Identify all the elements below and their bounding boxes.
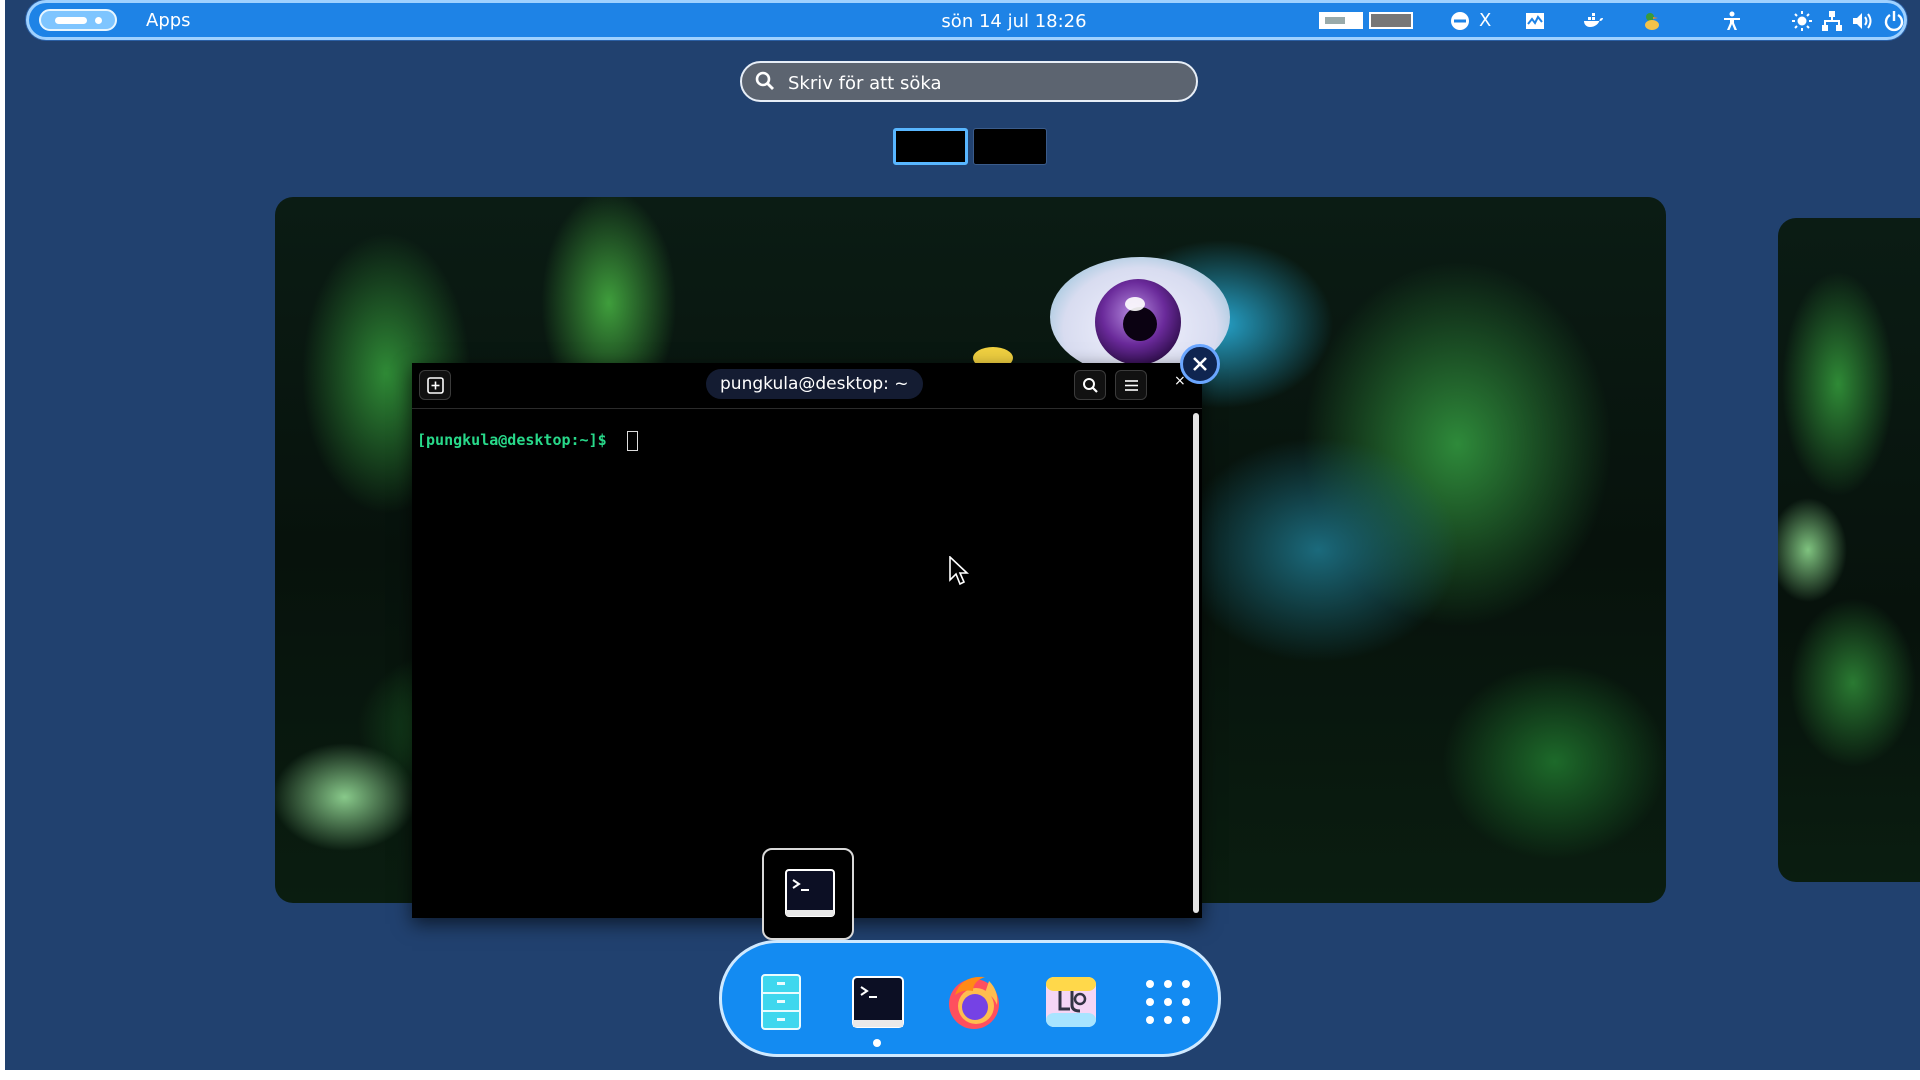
search-icon [1083,378,1098,393]
close-icon [1193,357,1207,371]
clock[interactable]: sön 14 jul 18:26 [899,11,1129,32]
terminal-headerbar[interactable]: pungkula@desktop: ~ × [412,363,1202,409]
menu-button[interactable] [1115,370,1147,400]
terminal-output[interactable]: [pungkula@desktop:~]$ [412,409,1192,918]
activities-button[interactable] [39,9,117,31]
docker-icon[interactable] [1580,8,1606,34]
terminal-window[interactable]: pungkula@desktop: ~ × [pungkula@desktop:… [412,363,1202,918]
close-window-button[interactable] [1180,344,1220,384]
wallpaper-creature-glint [1125,297,1145,311]
new-tab-button[interactable] [419,370,451,400]
terminal-title: pungkula@desktop: ~ [706,369,923,399]
wallpaper [1778,218,1920,882]
search-icon [755,71,774,90]
dock [719,940,1221,1057]
top-panel: Apps sön 14 jul 18:26 X [29,3,1904,37]
workspace-thumbnail-1[interactable] [893,128,968,165]
scrollbar[interactable] [1193,413,1199,913]
firefox-icon[interactable] [945,973,1003,1031]
mouse-pointer-icon [949,556,969,586]
new-tab-icon [427,377,444,394]
search-bar[interactable] [740,61,1198,102]
text-editor-icon[interactable] [1042,973,1100,1031]
system-monitor-icon[interactable] [1522,8,1548,34]
show-apps-icon[interactable] [1139,973,1197,1031]
workspace-thumbnail-2[interactable] [973,128,1047,165]
find-button[interactable] [1074,370,1106,400]
workspace-indicator-active [55,17,87,24]
terminal-icon[interactable] [849,973,907,1031]
keyboard-layout-secondary-icon[interactable] [1369,12,1413,29]
tray-letter[interactable]: X [1479,10,1491,31]
keyboard-layout-icon[interactable] [1319,12,1363,29]
shell-prompt: [pungkula@desktop:~]$ [417,431,607,449]
power-icon[interactable] [1881,8,1907,34]
workspace-preview-next[interactable] [1778,218,1920,882]
workspace-indicator-dot [95,17,102,24]
duck-icon[interactable] [1639,8,1665,34]
brightness-icon[interactable] [1789,8,1815,34]
apps-menu[interactable]: Apps [146,10,191,31]
do-not-disturb-icon[interactable] [1447,8,1473,34]
network-icon[interactable] [1819,8,1845,34]
search-input[interactable] [786,68,1170,98]
overview-background: Apps sön 14 jul 18:26 X Skriv för att sö… [5,0,1920,1070]
accessibility-icon[interactable] [1719,8,1745,34]
files-icon[interactable] [752,973,810,1031]
running-indicator [873,1039,881,1047]
text-cursor [627,431,638,451]
volume-icon[interactable] [1849,8,1875,34]
hamburger-icon [1125,380,1138,391]
terminal-icon [785,869,835,917]
wallpaper-creature-pupil [1123,307,1157,341]
window-preview-tile[interactable] [762,848,854,940]
